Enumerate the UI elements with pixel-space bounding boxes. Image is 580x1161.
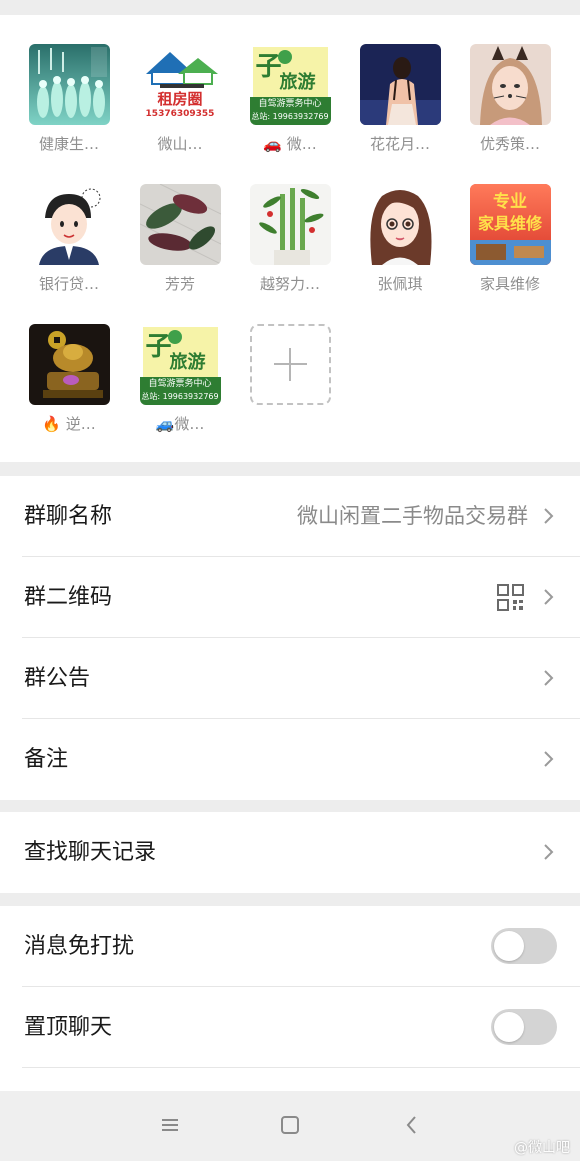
menu-icon[interactable] — [160, 1115, 180, 1135]
member-name: 越努力… — [259, 275, 320, 293]
member-name: 银行贷… — [38, 275, 99, 293]
back-icon[interactable] — [402, 1115, 422, 1135]
repair-logo-main: 家具维修 — [477, 214, 542, 233]
qr-code-label: 群二维码 — [24, 585, 113, 610]
member-name: 🚙微… — [155, 415, 205, 433]
member-name: 健康生… — [38, 135, 99, 153]
member-item[interactable]: 子 旅游 自驾游票务中心 总站: 19963932769 🚙微… — [125, 324, 235, 435]
member-item[interactable]: 芳芳 — [125, 184, 235, 295]
add-member-button[interactable] — [249, 324, 331, 405]
travel-logo-sub: 自驾游票务中心 — [148, 379, 212, 389]
member-name: 微山… — [157, 135, 203, 153]
chevron-right-icon — [544, 670, 554, 686]
announcement-label: 群公告 — [24, 666, 91, 691]
member-avatar[interactable] — [28, 324, 110, 405]
home-icon[interactable] — [280, 1115, 300, 1135]
member-item[interactable]: 花花月… — [345, 44, 455, 155]
member-name: 家具维修 — [479, 275, 540, 293]
mute-label: 消息免打扰 — [24, 934, 135, 959]
member-name: 芳芳 — [164, 275, 195, 293]
announcement-row[interactable]: 群公告 — [0, 638, 580, 719]
member-avatar[interactable] — [469, 44, 551, 125]
travel-logo-title: 旅游 — [169, 352, 206, 373]
qr-code-icon — [497, 584, 524, 611]
travel-logo-phone: 总站: 19963932769 — [251, 112, 329, 121]
rental-logo-title: 租房圈 — [157, 90, 203, 108]
pin-label: 置顶聊天 — [24, 1015, 113, 1040]
chevron-right-icon — [544, 589, 554, 605]
search-section: 查找聊天记录 — [0, 812, 580, 893]
chevron-right-icon — [544, 844, 554, 860]
member-grid: 健康生… 租房圈 15376309355 微山… 子 旅游 自驾游票务中心 总站… — [0, 15, 580, 462]
pin-toggle[interactable] — [491, 1009, 557, 1045]
mute-toggle[interactable] — [491, 928, 557, 964]
repair-logo-top: 专业 — [493, 192, 527, 212]
member-avatar[interactable]: 租房圈 15376309355 — [139, 44, 221, 125]
rental-logo-phone: 15376309355 — [145, 109, 215, 119]
member-name: 张佩琪 — [377, 275, 423, 293]
member-avatar[interactable] — [249, 184, 331, 265]
member-item[interactable]: 越努力… — [235, 184, 345, 295]
group-settings-section: 群聊名称 微山闲置二手物品交易群 群二维码 群公告 备注 — [0, 476, 580, 800]
member-avatar[interactable] — [28, 184, 110, 265]
group-name-row[interactable]: 群聊名称 微山闲置二手物品交易群 — [0, 476, 580, 557]
chevron-right-icon — [544, 751, 554, 767]
member-avatar[interactable] — [359, 44, 441, 125]
member-name: 优秀策… — [479, 135, 540, 153]
member-item[interactable]: 🔥 逆… — [14, 324, 124, 435]
toggle-section: 消息免打扰 置顶聊天 — [0, 906, 580, 1091]
member-item[interactable]: 张佩琪 — [345, 184, 455, 295]
calligraphy-mark: 子 — [255, 52, 282, 82]
member-item[interactable]: 专业 家具维修 家具维修 — [455, 184, 565, 295]
member-name: 花花月… — [369, 135, 430, 153]
watermark: @微山吧 — [514, 1140, 570, 1156]
travel-logo-sub: 自驾游票务中心 — [258, 99, 322, 109]
member-item[interactable]: 优秀策… — [455, 44, 565, 155]
member-avatar[interactable] — [359, 184, 441, 265]
remark-label: 备注 — [24, 747, 69, 772]
mute-row[interactable]: 消息免打扰 — [0, 906, 580, 987]
member-item[interactable]: 租房圈 15376309355 微山… — [125, 44, 235, 155]
travel-logo-phone: 总站: 19963932769 — [141, 392, 219, 401]
chevron-right-icon — [544, 508, 554, 524]
add-member[interactable] — [235, 324, 345, 405]
member-item[interactable]: 健康生… — [14, 44, 124, 155]
search-history-row[interactable]: 查找聊天记录 — [0, 812, 580, 893]
member-avatar[interactable] — [28, 44, 110, 125]
member-avatar[interactable]: 子 旅游 自驾游票务中心 总站: 19963932769 — [249, 44, 331, 125]
member-name: 🚗 微… — [263, 135, 317, 153]
calligraphy-mark: 子 — [145, 332, 172, 362]
qr-code-row[interactable]: 群二维码 — [0, 557, 580, 638]
member-avatar[interactable]: 子 旅游 自驾游票务中心 总站: 19963932769 — [139, 324, 221, 405]
member-name: 🔥 逆… — [42, 415, 96, 433]
remark-row[interactable]: 备注 — [0, 719, 580, 800]
pin-row[interactable]: 置顶聊天 — [0, 987, 580, 1068]
search-history-label: 查找聊天记录 — [24, 840, 157, 865]
group-name-value: 微山闲置二手物品交易群 — [297, 504, 528, 528]
member-item[interactable]: 子 旅游 自驾游票务中心 总站: 19963932769 🚗 微… — [235, 44, 345, 155]
member-avatar[interactable] — [139, 184, 221, 265]
member-avatar[interactable]: 专业 家具维修 — [469, 184, 551, 265]
system-nav-bar — [0, 1091, 580, 1161]
travel-logo-title: 旅游 — [279, 72, 316, 93]
group-name-label: 群聊名称 — [24, 504, 113, 529]
member-item[interactable]: 银行贷… — [14, 184, 124, 295]
